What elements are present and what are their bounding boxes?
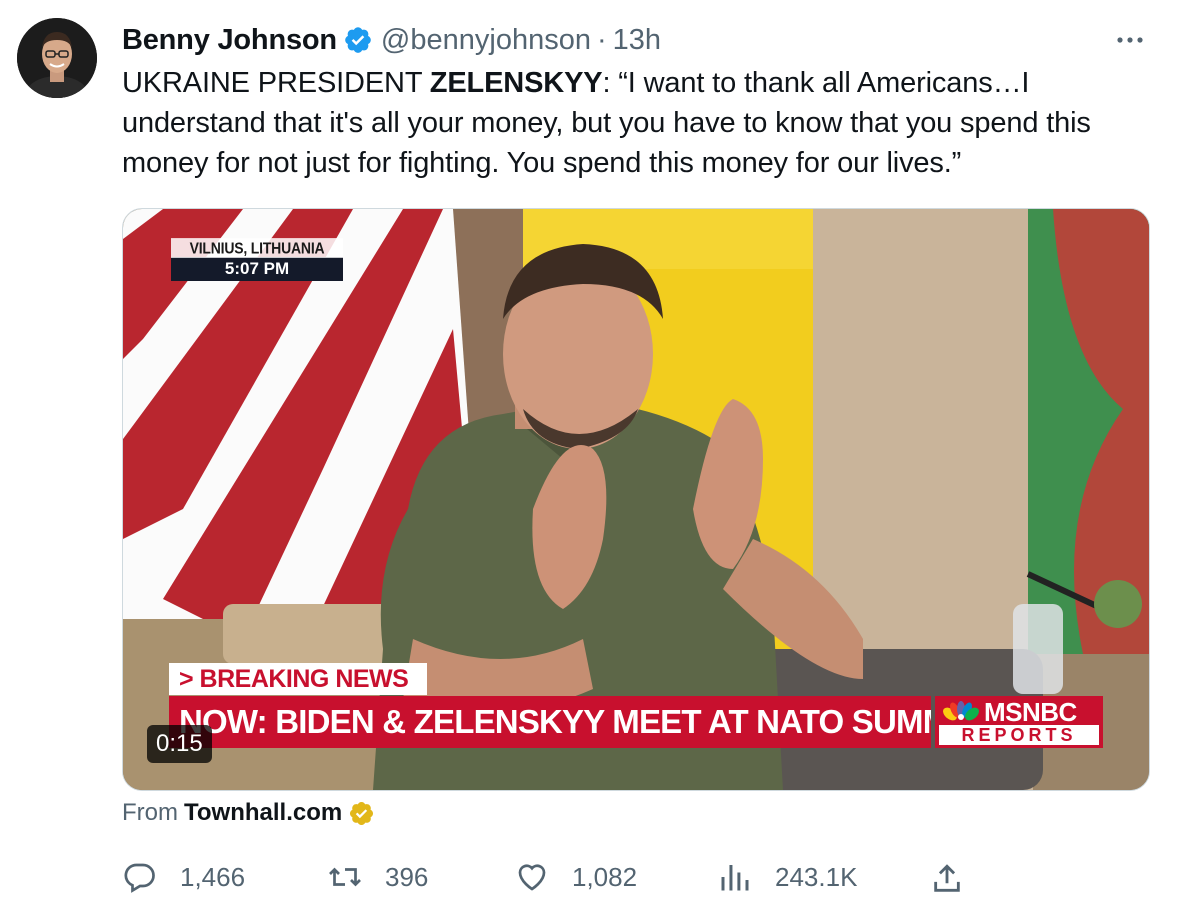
breaking-news-tag: > BREAKING NEWS xyxy=(169,663,427,695)
tweet-text: UKRAINE PRESIDENT ZELENSKYY: “I want to … xyxy=(122,63,1132,183)
breaking-news-headline: NOW: BIDEN & ZELENSKYY MEET AT NATO SUMM… xyxy=(169,696,931,748)
like-icon xyxy=(518,864,546,891)
repost-count: 396 xyxy=(385,861,429,892)
dateline-time: 5:07 PM xyxy=(171,257,343,281)
reply-button[interactable]: 1,466 xyxy=(122,854,245,900)
tweet-time[interactable]: 13h xyxy=(613,24,661,57)
tweet-text-bold: ZELENSKYY xyxy=(429,67,603,99)
network-logo: MSNBC REPORTS xyxy=(935,696,1103,748)
views-icon xyxy=(721,865,749,891)
network-name: MSNBC xyxy=(984,697,1077,727)
dateline-location: VILNIUS, LITHUANIA xyxy=(171,238,343,258)
like-button[interactable]: 1,082 xyxy=(514,854,637,900)
avatar-image xyxy=(17,18,97,98)
video-duration: 0:15 xyxy=(147,725,212,763)
like-count: 1,082 xyxy=(572,861,638,892)
gold-verified-badge-icon xyxy=(350,801,374,825)
author-avatar[interactable] xyxy=(17,18,97,98)
source-prefix: From xyxy=(122,799,178,826)
network-subtitle: REPORTS xyxy=(939,725,1099,745)
tweet-text-lead: UKRAINE PRESIDENT xyxy=(122,67,430,99)
views-button[interactable]: 243.1K xyxy=(717,854,857,900)
tweet-header: Benny Johnson @bennyjohnson · 13h xyxy=(122,22,661,58)
author-handle[interactable]: @bennyjohnson xyxy=(381,24,591,57)
video-dateline: VILNIUS, LITHUANIA 5:07 PM xyxy=(171,238,343,281)
peacock-icon xyxy=(943,701,979,721)
views-count: 243.1K xyxy=(775,861,858,892)
verified-badge-icon xyxy=(345,27,371,53)
author-name[interactable]: Benny Johnson xyxy=(122,24,337,57)
reply-icon xyxy=(124,863,155,893)
share-icon[interactable] xyxy=(930,862,964,896)
video-player[interactable]: VILNIUS, LITHUANIA 5:07 PM > BREAKING NE… xyxy=(122,208,1150,791)
reply-count: 1,466 xyxy=(180,861,246,892)
repost-button[interactable]: 396 xyxy=(327,854,428,900)
repost-icon xyxy=(329,867,361,887)
header-separator: · xyxy=(596,23,607,56)
source-name[interactable]: Townhall.com xyxy=(184,799,342,827)
video-source: From Townhall.com xyxy=(122,797,375,829)
more-options-icon[interactable] xyxy=(1112,26,1148,54)
